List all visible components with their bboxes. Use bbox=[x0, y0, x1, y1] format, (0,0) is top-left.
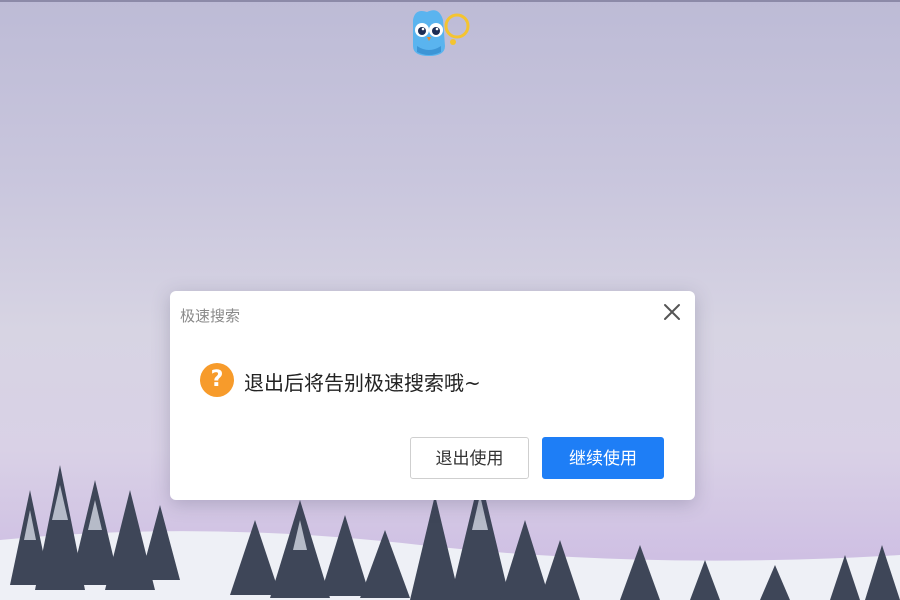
owl-mascot-icon bbox=[413, 10, 470, 56]
question-icon: ? bbox=[200, 363, 234, 397]
dialog-title: 极速搜索 bbox=[180, 307, 241, 325]
continue-button[interactable]: 继续使用 bbox=[542, 437, 664, 479]
exit-button[interactable]: 退出使用 bbox=[410, 437, 529, 479]
dialog-message: 退出后将告别极速搜索哦~ bbox=[244, 371, 481, 395]
desktop-background: 极速搜索 ? 退出后将告别极速搜索哦~ 退出使用 继续使用 bbox=[0, 0, 900, 600]
close-icon[interactable] bbox=[661, 301, 683, 323]
window-top-edge bbox=[0, 0, 900, 2]
exit-confirm-dialog: 极速搜索 ? 退出后将告别极速搜索哦~ 退出使用 继续使用 bbox=[170, 291, 695, 500]
